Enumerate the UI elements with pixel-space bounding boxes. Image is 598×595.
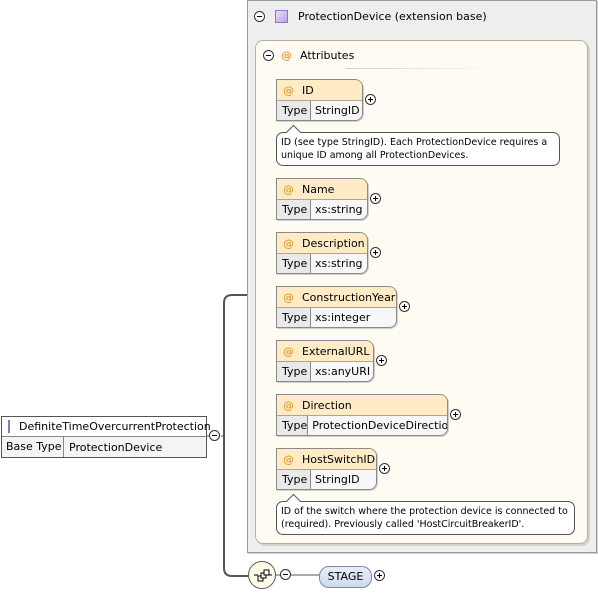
note-text: ID of the switch where the protection de… (281, 506, 568, 530)
element-collapse-icon[interactable] (209, 430, 220, 441)
sequence-icon[interactable] (248, 561, 276, 589)
attribute-host-switch-id[interactable]: @ HostSwitchID Type StringID (276, 448, 377, 490)
documentation-note: ID (see type StringID). Each ProtectionD… (276, 132, 560, 166)
sequence-collapse-icon[interactable] (280, 569, 291, 580)
attribute-name: Name (302, 182, 335, 196)
attribute-icon: @ (283, 344, 294, 358)
attribute-direction[interactable]: @ Direction Type ProtectionDeviceDirection (276, 394, 448, 436)
expand-icon[interactable] (374, 570, 385, 581)
attribute-construction-year[interactable]: @ ConstructionYear Type xs:integer (276, 286, 397, 328)
attribute-icon: @ (283, 452, 294, 466)
complex-type-icon (8, 420, 10, 433)
expand-icon[interactable] (379, 463, 390, 474)
note-text: ID (see type StringID). Each ProtectionD… (281, 137, 548, 161)
type-value: xs:integer (315, 311, 371, 324)
attribute-name: ConstructionYear (302, 290, 396, 304)
attribute-external-url[interactable]: @ ExternalURL Type xs:anyURI (276, 340, 374, 382)
expand-icon[interactable] (450, 409, 461, 420)
attributes-title: Attributes (300, 48, 355, 62)
documentation-note: ID of the switch where the protection de… (276, 501, 575, 535)
type-label: Type (277, 308, 311, 327)
type-value: ProtectionDeviceDirection (312, 419, 448, 432)
extension-collapse-icon[interactable] (254, 10, 265, 22)
attribute-icon: @ (283, 398, 294, 412)
extension-title: ProtectionDevice (extension base) (298, 9, 487, 23)
type-label: Type (277, 416, 309, 435)
type-label: Type (277, 200, 311, 219)
element-name: DefiniteTimeOvercurrentProtection (19, 420, 211, 433)
element-box[interactable]: DefiniteTimeOvercurrentProtection Base T… (1, 416, 211, 458)
attribute-id[interactable]: @ ID Type StringID (276, 79, 363, 121)
attribute-icon: @ (283, 236, 294, 250)
expand-icon[interactable] (376, 355, 387, 366)
expand-icon[interactable] (370, 247, 381, 258)
attribute-name: ExternalURL (302, 344, 370, 358)
type-label: Type (277, 254, 311, 273)
expand-icon[interactable] (370, 193, 381, 204)
attribute-name: HostSwitchID (302, 452, 376, 466)
attribute-icon: @ (281, 48, 292, 62)
base-type-value: ProtectionDevice (69, 440, 163, 454)
type-value: StringID (315, 473, 360, 486)
type-value: xs:anyURI (315, 365, 371, 378)
type-label: Type (277, 362, 311, 381)
type-value: xs:string (315, 257, 363, 270)
stage-element[interactable]: STAGE (319, 566, 372, 588)
type-label: Type (277, 470, 311, 489)
attribute-description[interactable]: @ Description Type xs:string (276, 232, 368, 274)
attribute-name: ID (302, 83, 314, 97)
complex-type-icon (275, 9, 288, 23)
attribute-name: Description (302, 236, 365, 250)
attributes-collapse-icon[interactable] (263, 49, 274, 61)
type-value: StringID (315, 104, 360, 117)
type-value: xs:string (315, 203, 363, 216)
attribute-icon: @ (283, 182, 294, 196)
expand-icon[interactable] (365, 94, 376, 105)
stage-label: STAGE (327, 570, 364, 583)
attribute-name: Direction (302, 398, 352, 412)
attribute-icon: @ (283, 290, 294, 304)
expand-icon[interactable] (399, 301, 410, 312)
base-type-label: Base Type (2, 437, 64, 457)
attribute-name[interactable]: @ Name Type xs:string (276, 178, 368, 220)
attribute-icon: @ (283, 83, 294, 97)
type-label: Type (277, 101, 311, 120)
